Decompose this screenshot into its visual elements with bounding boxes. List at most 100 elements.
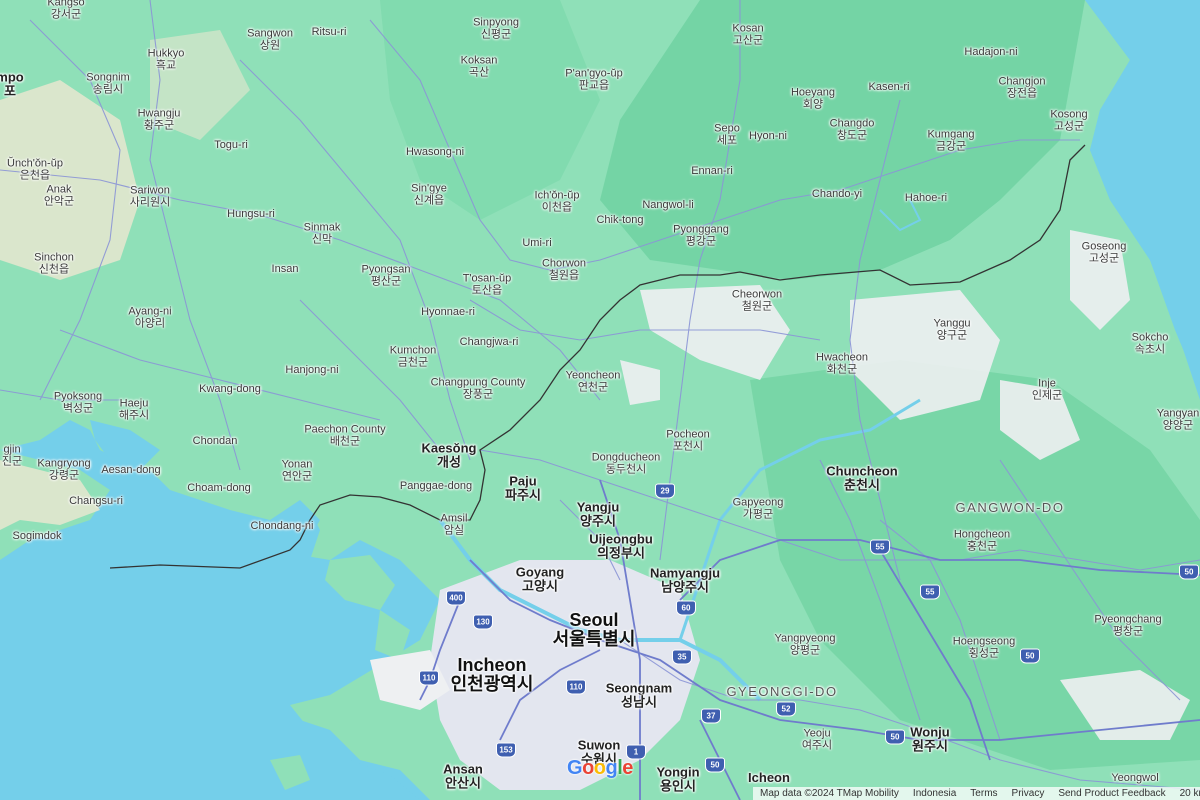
place-label: Sinmak 신막	[303, 221, 341, 245]
place-label: Hyon-ni	[749, 130, 787, 143]
route-shield: 50	[1179, 564, 1199, 580]
place-label: Namyangju 남양주시	[649, 565, 721, 594]
place-label: gjin 진군	[1, 443, 23, 467]
place-label: Kumchon 금천군	[389, 344, 437, 368]
place-label: Sogimdok	[12, 530, 62, 543]
place-label: Hoengseong 횡성군	[952, 635, 1016, 659]
scale-label: 20 km	[1179, 788, 1200, 799]
place-label: Kasen-ri	[868, 81, 910, 94]
place-label: Sepo 세포	[714, 122, 740, 146]
place-label: Hanjong-ni	[285, 364, 339, 377]
place-label: Yanggu 양구군	[933, 317, 971, 341]
feedback-link[interactable]: Send Product Feedback	[1051, 788, 1172, 799]
place-label: Kumgang 금강군	[927, 128, 975, 152]
place-label: Goseong 고성군	[1081, 240, 1127, 264]
place-label: Gapyeong 가평군	[732, 496, 784, 520]
place-label: P'an'gyo-ŭp 판교읍	[565, 67, 623, 91]
route-shield: 400	[446, 590, 466, 606]
place-label: Sin'gye 신계읍	[411, 182, 447, 206]
place-label: mpo 포	[0, 69, 24, 98]
place-label: Insan	[271, 263, 299, 276]
place-label: Umi-ri	[522, 237, 552, 250]
place-label: Koksan 곡산	[460, 54, 498, 78]
terms-link[interactable]: Terms	[963, 788, 1004, 799]
place-label: Changjwa-ri	[459, 336, 519, 349]
place-label: Chando-yi	[811, 188, 863, 201]
place-label: Ritsu-ri	[311, 26, 347, 39]
place-label: Kangryong 강령군	[37, 457, 91, 481]
place-label: Panggae-dong	[399, 480, 473, 493]
route-shield: 35	[672, 649, 692, 665]
place-label: Chondang-ni	[250, 520, 314, 533]
place-label: Chondan	[192, 435, 238, 448]
map-data-text: Map data ©2024 TMap Mobility	[760, 788, 899, 799]
place-label: Hwangju 황주군	[137, 107, 181, 131]
place-label-incheon: Incheon 인천광역시	[450, 655, 534, 694]
place-label: Pyongsan 평산군	[361, 263, 411, 287]
place-label: Wonju 원주시	[910, 724, 950, 753]
place-label: Kaesŏng 개성	[421, 440, 477, 469]
logo-letter: e	[622, 757, 633, 779]
place-label: Haeju 해주시	[118, 397, 150, 421]
place-label: Ansan 안산시	[443, 761, 483, 790]
place-label: Hwasong-ni	[405, 146, 465, 159]
place-label: Inje 인제군	[1031, 377, 1063, 401]
place-label: Kosong 고성군	[1050, 108, 1088, 132]
place-label: Icheon	[748, 770, 790, 786]
place-label: Yonan 연안군	[281, 458, 313, 482]
place-label: Hadajon-ni	[964, 46, 1018, 59]
route-shield: 37	[701, 708, 721, 724]
place-label: Sokcho 속초시	[1131, 331, 1169, 355]
place-label: Ich'ŏn-ŭp 이천읍	[534, 189, 580, 213]
place-label: Uijeongbu 의정부시	[589, 531, 653, 560]
place-label-seoul: Seoul 서울특별시	[552, 610, 636, 649]
place-label: Amsil 암실	[440, 512, 468, 536]
route-shield: 50	[705, 757, 725, 773]
route-shield: 50	[885, 729, 905, 745]
place-label: Nangwol-li	[642, 199, 694, 212]
place-label: Aesan-dong	[101, 464, 161, 477]
logo-letter: g	[605, 757, 618, 779]
route-shield: 52	[776, 701, 796, 717]
country-link[interactable]: Indonesia	[906, 788, 963, 799]
place-label: Ennan-ri	[691, 165, 733, 178]
place-label: T'osan-ŭp 토산읍	[462, 272, 512, 296]
route-shield: 50	[1020, 648, 1040, 664]
place-label: Yeoncheon 연천군	[565, 369, 621, 393]
place-label: Sinpyong 신평군	[473, 16, 519, 40]
place-label: Kwang-dong	[199, 383, 261, 396]
place-label: Sariwon 사리원시	[129, 184, 171, 208]
place-label: Yangpyeong 양평군	[774, 632, 836, 656]
place-label: Changsu-ri	[69, 495, 123, 508]
place-label: Pyeongchang 평창군	[1094, 613, 1162, 637]
route-shield: 55	[920, 584, 940, 600]
region-label: GYEONGGI-DO	[726, 684, 838, 700]
place-label: Dongducheon 동두천시	[591, 451, 661, 475]
place-label: Sangwon 상원	[247, 27, 293, 51]
place-label: Hukkyo 흑교	[147, 47, 185, 71]
map-canvas[interactable]: Kangso 강서군 Sangwon 상원 Ritsu-ri Sinpyong 신평군…	[0, 0, 1200, 800]
route-shield: 60	[676, 600, 696, 616]
place-label: Yeoju 여주시	[801, 727, 833, 751]
google-logo: Google	[567, 757, 633, 780]
place-label: Chorwon 철원읍	[541, 257, 587, 281]
place-label: Chuncheon 춘천시	[826, 463, 898, 492]
place-label: Yangyan 양양군	[1156, 407, 1200, 431]
place-label: Yeongwol	[1111, 772, 1159, 785]
logo-letter: o	[593, 757, 606, 779]
place-label: Sinchon 신천읍	[34, 251, 74, 275]
route-shield: 29	[655, 483, 675, 499]
place-label: Changjon 장전읍	[998, 75, 1046, 99]
logo-letter: G	[567, 757, 583, 779]
scale-indicator[interactable]: 20 km	[1173, 788, 1200, 799]
place-label: Changdo 창도군	[829, 117, 875, 141]
place-label: Pyonggang 평강군	[673, 223, 729, 247]
place-label: Hwacheon 화천군	[816, 351, 868, 375]
privacy-link[interactable]: Privacy	[1005, 788, 1052, 799]
place-label: Hungsu-ri	[227, 208, 275, 221]
place-label: Cheorwon 철원군	[731, 288, 783, 312]
place-label: Yangju 양주시	[576, 499, 620, 528]
place-label: Pyoksong 벽성군	[53, 390, 103, 414]
place-label: Ayang-ni 아양리	[128, 305, 172, 329]
route-shield: 153	[496, 742, 516, 758]
